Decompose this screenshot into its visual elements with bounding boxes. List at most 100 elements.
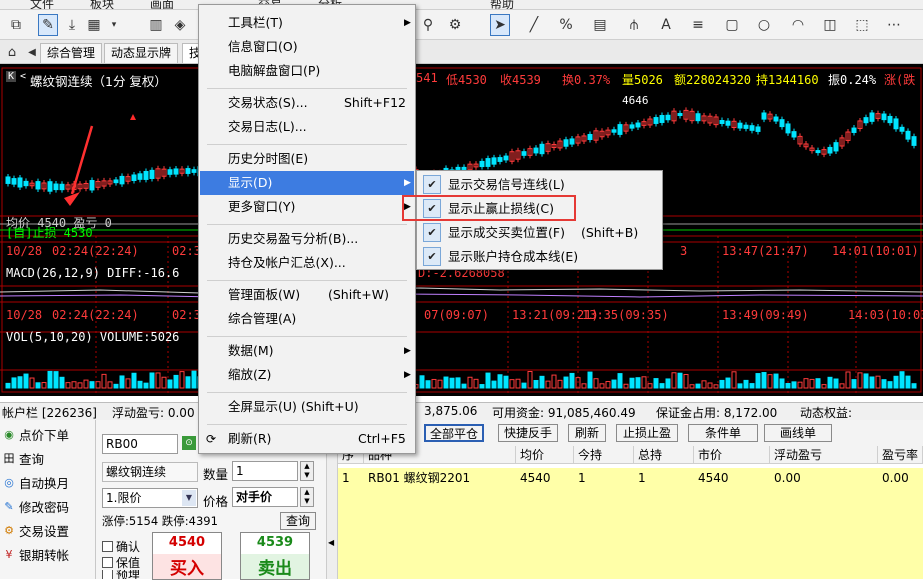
menu-item-data[interactable]: 数据(M) ▶ (200, 339, 414, 363)
submenu-item-cost-line[interactable]: ✔ 显示账户持仓成本线(E) (419, 245, 659, 269)
nav-click-order[interactable]: ◉ 点价下单 (2, 424, 69, 444)
submenu-item-signal-lines[interactable]: ✔ 显示交易信号连线(L) (419, 173, 659, 197)
chevron-down-icon[interactable]: ▾ (104, 14, 124, 36)
volume-bar (503, 375, 509, 389)
volume-bar (593, 378, 599, 389)
table-row[interactable]: 1 RB01 螺纹钢2201 4540 1 1 4540 0.00 0.00 (338, 468, 923, 579)
nav-trade-settings[interactable]: ⚙ 交易设置 (2, 520, 69, 540)
menu-item-position-summary[interactable]: 持仓及帐户汇总(X)... (200, 251, 414, 275)
label-icon[interactable]: ⬚ (852, 14, 872, 36)
hedge-checkbox[interactable]: 保值 (102, 554, 140, 571)
menu-item-analysis-window[interactable]: 电脑解盘窗口(P) (200, 59, 414, 83)
buy-button[interactable]: 4540 买入 (152, 532, 222, 580)
menu-item-management-panel[interactable]: 管理面板(W) (Shift+W) (200, 283, 414, 307)
draw-icon[interactable]: ✎ (38, 14, 58, 36)
col-header[interactable]: 今持 (574, 446, 634, 464)
zoom-icon[interactable]: ⚲ (418, 14, 438, 36)
close-all-button[interactable]: 全部平仓 (424, 424, 484, 442)
qty-input[interactable]: 1 (232, 461, 298, 481)
volume-bar (743, 379, 749, 389)
k-badge[interactable]: K (6, 71, 17, 82)
text-a-icon[interactable]: A (656, 14, 676, 36)
nav-query[interactable]: 田查询 (2, 448, 45, 468)
menu-item-history-pnl-analysis[interactable]: 历史交易盈亏分析(B)... (200, 227, 414, 251)
menu-item-info-window[interactable]: 信息窗口(O) (200, 35, 414, 59)
square-icon[interactable]: ◫ (820, 14, 840, 36)
lock-icon[interactable]: ⊙ (182, 436, 196, 450)
tab-dynamic-board[interactable]: 动态显示牌 (104, 43, 179, 63)
menu-board[interactable]: 板块 (90, 0, 114, 9)
fib-icon[interactable]: ≡ (688, 14, 708, 36)
col-header[interactable]: 市价 (694, 446, 770, 464)
rect-tool-icon[interactable]: ▢ (722, 14, 742, 36)
quick-reverse-button[interactable]: 快捷反手 (498, 424, 558, 442)
volume-bar (851, 379, 857, 389)
line-tool-icon[interactable]: ╱ (524, 14, 544, 36)
bar-chart-icon[interactable]: ▥ (146, 14, 166, 36)
settings-icon[interactable]: ⚙ (445, 14, 465, 36)
col-header[interactable]: 盈亏率 (878, 446, 923, 464)
chevron-right-icon: ▶ (404, 370, 411, 380)
volume-bar (173, 374, 179, 389)
price-stepper[interactable]: ▲ ▼ (300, 487, 314, 507)
diamond-icon[interactable]: ◈ (170, 14, 190, 36)
menu-item-display[interactable]: 显示(D) ▶ (200, 171, 414, 195)
contract-code-input[interactable]: RB00 (102, 434, 178, 454)
tab-overview[interactable]: 综合管理 (40, 43, 103, 63)
menu-help[interactable]: 帮助 (490, 0, 514, 9)
menu-item-history-timeline[interactable]: 历史分时图(E) (200, 147, 414, 171)
col-header[interactable]: 浮动盈亏 (770, 446, 878, 464)
rollover-icon: ◎ (4, 475, 14, 489)
arc-tool-icon[interactable]: ◠ (788, 14, 808, 36)
menu-item-more-windows[interactable]: 更多窗口(Y) ▶ (200, 195, 414, 219)
sell-button[interactable]: 4539 卖出 (240, 532, 310, 580)
percent-icon[interactable]: % (556, 14, 576, 36)
download-icon[interactable]: ⤓ (62, 14, 82, 36)
qty-stepper[interactable]: ▲ ▼ (300, 461, 314, 481)
menu-item-trade-status[interactable]: 交易状态(S)... Shift+F12 (200, 91, 414, 115)
circle-tool-icon[interactable]: ○ (754, 14, 774, 36)
nav-label: 点价下单 (19, 427, 70, 443)
volume-bar (89, 381, 95, 389)
chart-title: 螺纹钢连续（1分 复权） (30, 74, 167, 89)
refresh-button[interactable]: 刷新 (568, 424, 606, 442)
menu-item-zoom[interactable]: 缩放(Z) ▶ (200, 363, 414, 387)
menu-item-trade-log[interactable]: 交易日志(L)... (200, 115, 414, 139)
col-header[interactable]: 总持 (634, 446, 694, 464)
volume-bar (767, 374, 773, 389)
fork-icon[interactable]: ⫛ (624, 14, 644, 36)
channel-icon[interactable]: ▤ (590, 14, 610, 36)
menu-item-refresh[interactable]: ⟳ 刷新(R) Ctrl+F5 (200, 427, 414, 451)
menu-item-toolbar[interactable]: 工具栏(T) ▶ (200, 11, 414, 35)
nav-auto-rollover[interactable]: ◎ 自动换月 (2, 472, 69, 492)
grid-icon[interactable]: ▦ (84, 14, 104, 36)
volume-bar (749, 383, 755, 389)
preset-checkbox[interactable]: 预埋 (102, 570, 140, 579)
copy-icon[interactable]: ⧉ (6, 14, 26, 36)
cursor-icon[interactable]: ➤ (490, 14, 510, 36)
line-order-button[interactable]: 画线单 (764, 424, 832, 442)
price-input[interactable]: 对手价 (232, 487, 298, 507)
confirm-checkbox[interactable]: 确认 (102, 538, 140, 555)
volume-bar (731, 371, 737, 389)
nav-bank-transfer[interactable]: ¥ 银期转帐 (2, 544, 70, 564)
stop-loss-profit-button[interactable]: 止损止盈 (616, 424, 678, 442)
volume-bar (107, 381, 113, 389)
submenu-item-fill-positions[interactable]: ✔ 显示成交买卖位置(F) (Shift+B) (419, 221, 659, 245)
menu-file[interactable]: 文件 (30, 0, 54, 9)
chevron-left-icon[interactable]: ◀ (328, 538, 334, 547)
menu-item-overall-management[interactable]: 综合管理(A) (200, 307, 414, 331)
time-label: 13:47(21:47) (722, 244, 809, 258)
nav-change-password[interactable]: ✎ 修改密码 (2, 496, 69, 516)
volume-bar (797, 381, 803, 389)
menu-separator (207, 280, 407, 281)
conditional-order-button[interactable]: 条件单 (688, 424, 758, 442)
col-header[interactable]: 均价 (516, 446, 574, 464)
more-icon[interactable]: ⋯ (884, 14, 904, 36)
query-button[interactable]: 查询 (280, 512, 316, 530)
chevron-down-icon[interactable]: ▼ (182, 490, 196, 506)
home-icon[interactable]: ⌂ (2, 41, 22, 63)
menu-view[interactable]: 画面 (150, 0, 174, 9)
chevron-left-icon[interactable]: ◀ (22, 41, 42, 63)
menu-item-fullscreen[interactable]: 全屏显示(U) (Shift+U) (200, 395, 414, 419)
